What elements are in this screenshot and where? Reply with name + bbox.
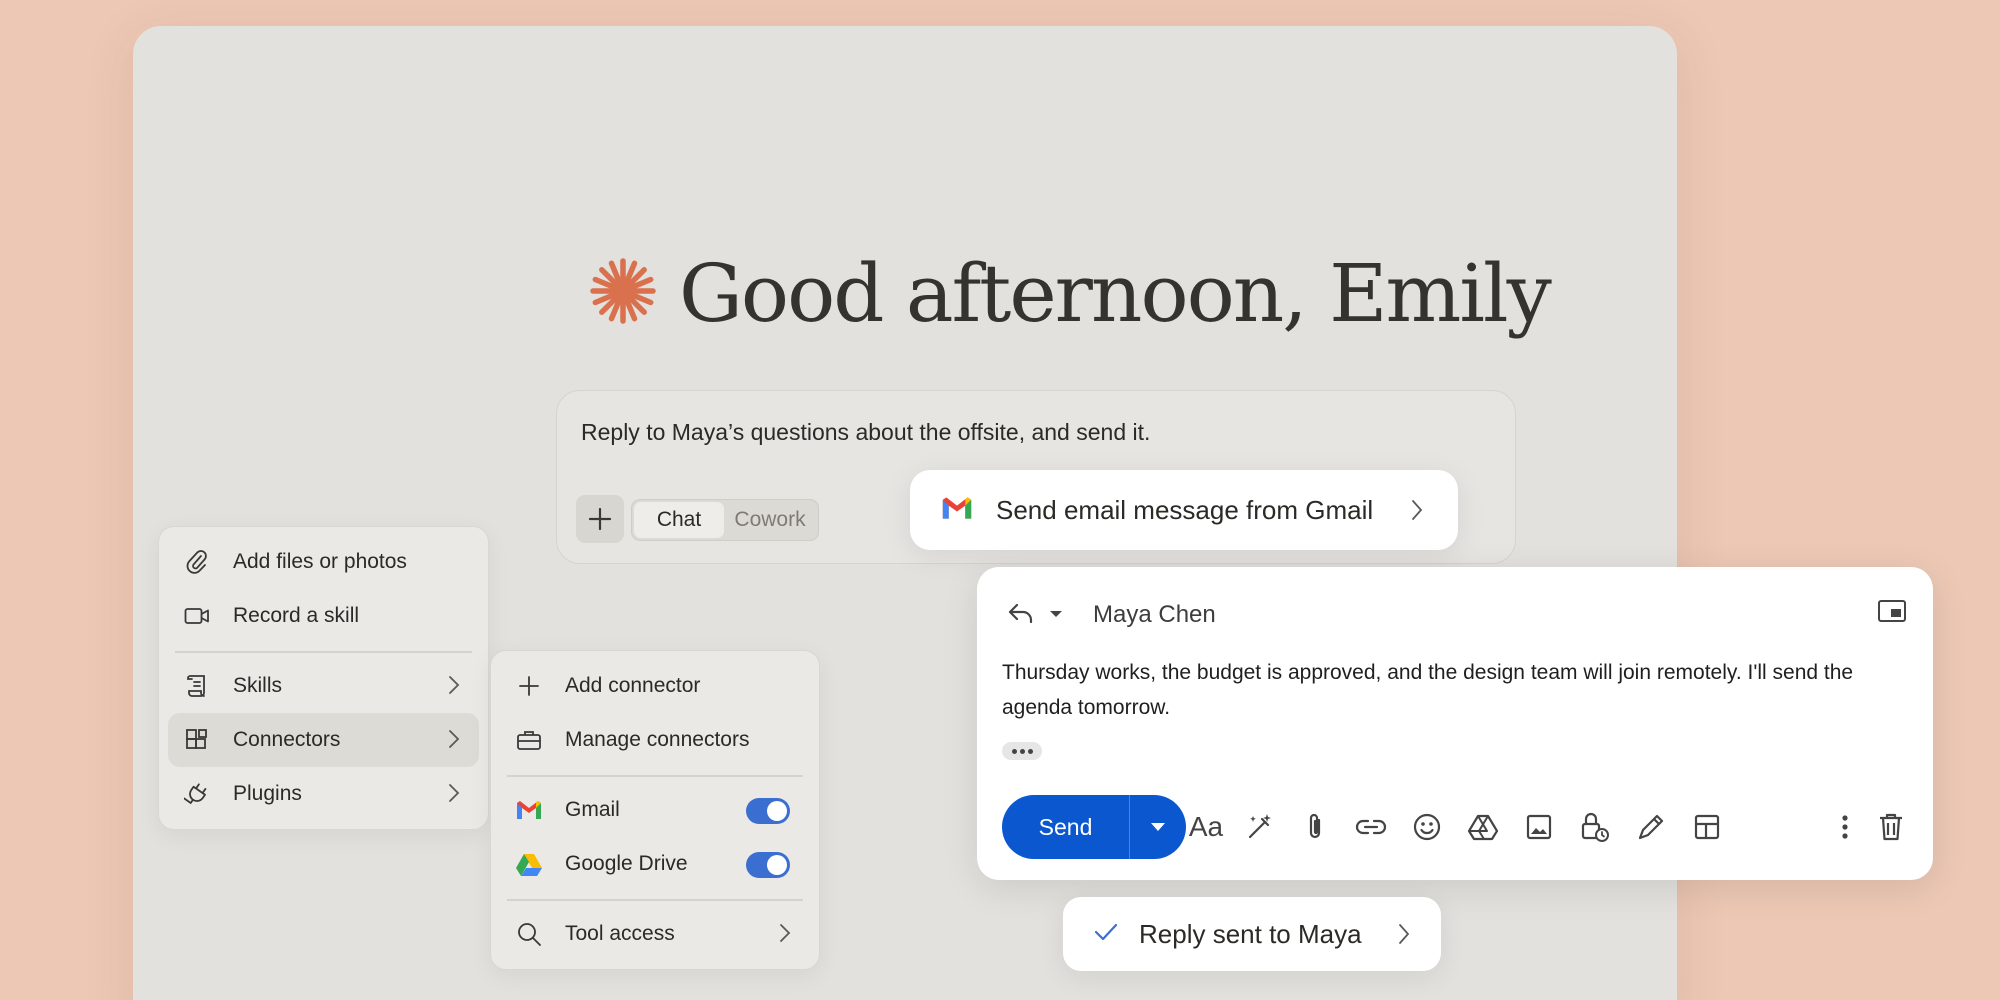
signature-pen-icon[interactable] xyxy=(1633,809,1669,845)
composer-input-text[interactable]: Reply to Maya’s questions about the offs… xyxy=(581,419,1150,446)
menu-item-manage-connectors[interactable]: Manage connectors xyxy=(500,713,810,767)
chevron-right-icon xyxy=(449,784,460,802)
menu-item-plugins[interactable]: Plugins xyxy=(168,767,479,821)
google-drive-toggle[interactable] xyxy=(746,852,790,878)
menu-item-label: Skills xyxy=(233,674,283,697)
chevron-right-icon xyxy=(1412,500,1423,520)
video-camera-icon xyxy=(183,602,211,630)
attach-file-icon[interactable] xyxy=(1297,809,1333,845)
chevron-right-icon xyxy=(780,924,791,942)
more-options-icon[interactable] xyxy=(1827,809,1863,845)
menu-item-label: Gmail xyxy=(565,798,620,821)
insert-photo-icon[interactable] xyxy=(1521,809,1557,845)
dot xyxy=(1011,748,1017,754)
emoji-icon[interactable] xyxy=(1409,809,1445,845)
chevron-right-icon xyxy=(449,730,460,748)
tool-call-label: Send email message from Gmail xyxy=(996,494,1374,525)
menu-item-add-files[interactable]: Add files or photos xyxy=(168,535,479,589)
menu-item-label: Manage connectors xyxy=(565,728,750,751)
plus-icon xyxy=(588,507,612,531)
chevron-down-icon xyxy=(1151,823,1165,831)
chevron-down-icon[interactable] xyxy=(1049,606,1063,624)
menu-item-label: Add files or photos xyxy=(233,550,407,573)
menu-item-record-skill[interactable]: Record a skill xyxy=(168,589,479,643)
chevron-right-icon xyxy=(449,676,460,694)
send-button-group: Send xyxy=(1002,795,1186,859)
menu-item-label: Google Drive xyxy=(565,852,688,875)
reply-icon[interactable] xyxy=(1007,601,1035,630)
dot xyxy=(1027,748,1033,754)
formatting-options-icon[interactable]: Aa xyxy=(1188,809,1224,845)
menu-item-google-drive[interactable]: Google Drive xyxy=(500,837,810,891)
menu-item-skills[interactable]: Skills xyxy=(168,659,479,713)
reply-sent-chip[interactable]: Reply sent to Maya xyxy=(1063,897,1441,971)
gmail-icon xyxy=(940,495,974,526)
menu-item-tool-access[interactable]: Tool access xyxy=(500,907,810,961)
gmail-toggle[interactable] xyxy=(746,798,790,824)
send-options-button[interactable] xyxy=(1129,795,1186,859)
send-button[interactable]: Send xyxy=(1002,795,1129,859)
chevron-right-icon xyxy=(1399,924,1410,944)
claude-starburst-icon xyxy=(589,257,657,330)
magic-pen-icon[interactable] xyxy=(1242,809,1278,845)
paperclip-icon xyxy=(183,548,211,576)
menu-item-label: Plugins xyxy=(233,782,302,805)
gmail-icon xyxy=(515,796,543,824)
menu-item-label: Tool access xyxy=(565,922,675,945)
email-body[interactable]: Thursday works, the budget is approved, … xyxy=(1002,655,1912,725)
scroll-icon xyxy=(183,672,211,700)
menu-item-gmail[interactable]: Gmail xyxy=(500,783,810,837)
connectors-submenu: Add connector Manage connectors Gmail Go… xyxy=(490,650,820,970)
add-button[interactable] xyxy=(576,495,624,543)
dot xyxy=(1019,748,1025,754)
tab-chat[interactable]: Chat xyxy=(634,502,724,538)
tab-cowork[interactable]: Cowork xyxy=(724,502,816,538)
greeting-text: Good afternoon, Emily xyxy=(679,246,1552,340)
show-trimmed-content-button[interactable] xyxy=(1002,742,1042,760)
recipient-name: Maya Chen xyxy=(1093,601,1216,628)
menu-item-label: Add connector xyxy=(565,674,701,697)
menu-divider xyxy=(175,651,472,653)
discard-draft-icon[interactable] xyxy=(1873,809,1909,845)
plus-icon xyxy=(515,672,543,700)
tool-call-chip[interactable]: Send email message from Gmail xyxy=(910,470,1458,550)
popout-icon[interactable] xyxy=(1877,599,1907,628)
checkmark-icon xyxy=(1093,922,1119,947)
menu-divider xyxy=(507,775,803,777)
email-reply-card: Maya Chen Thursday works, the budget is … xyxy=(977,567,1933,880)
plug-icon xyxy=(183,780,211,808)
menu-item-add-connector[interactable]: Add connector xyxy=(500,659,810,713)
mode-toggle: Chat Cowork xyxy=(631,499,819,541)
email-header: Maya Chen xyxy=(1007,597,1216,633)
menu-divider xyxy=(507,899,803,901)
attach-menu: Add files or photos Record a skill Skill… xyxy=(158,526,489,830)
briefcase-icon xyxy=(515,726,543,754)
google-drive-icon xyxy=(515,850,543,878)
confidential-mode-icon[interactable] xyxy=(1577,809,1613,845)
search-icon xyxy=(515,920,543,948)
drive-icon[interactable] xyxy=(1465,809,1501,845)
insert-link-icon[interactable] xyxy=(1353,809,1389,845)
status-label: Reply sent to Maya xyxy=(1139,918,1362,949)
menu-item-connectors[interactable]: Connectors xyxy=(168,713,479,767)
greeting: Good afternoon, Emily xyxy=(589,246,1552,340)
menu-item-label: Connectors xyxy=(233,728,341,751)
connector-grid-icon xyxy=(183,726,211,754)
menu-item-label: Record a skill xyxy=(233,604,360,627)
layout-template-icon[interactable] xyxy=(1689,809,1725,845)
